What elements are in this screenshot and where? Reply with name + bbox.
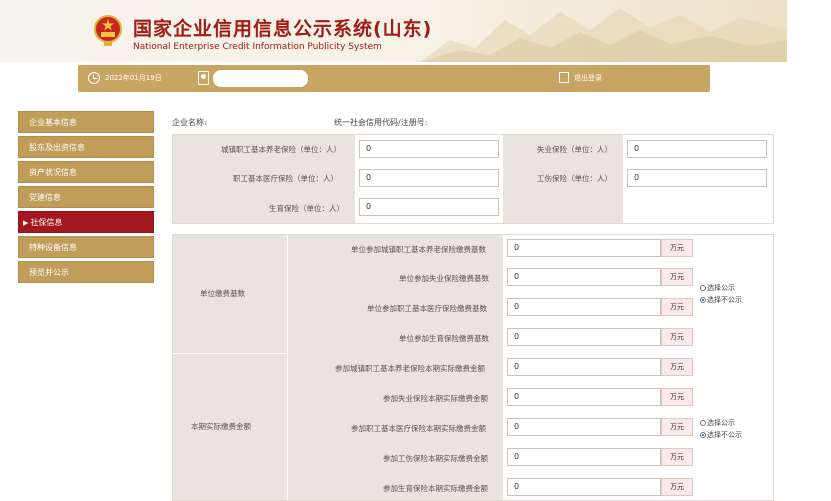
caret-right-icon: ▶ bbox=[23, 219, 29, 227]
mountain-landscape-decoration bbox=[420, 8, 787, 62]
empty-cell bbox=[503, 193, 623, 223]
actual-public-radio[interactable]: 选择公示 bbox=[700, 418, 735, 428]
sidebar-item-label: 预览并公示 bbox=[29, 268, 69, 277]
actual-maternity-label: 参加生育保险本期实际缴费金额 bbox=[383, 484, 488, 493]
sidebar-nav: 企业基本信息 股东及出资信息 资产状况信息 党建信息 ▶ 社保信息 特种设备信息 … bbox=[18, 111, 154, 286]
base-group-label: 单位缴费基数 bbox=[200, 289, 245, 298]
base-medical-input[interactable]: 0 bbox=[507, 298, 661, 316]
unit-label: 万元 bbox=[661, 478, 693, 496]
credit-code-label: 统一社会信用代码/注册号: bbox=[334, 118, 428, 127]
injury-headcount-input[interactable]: 0 bbox=[627, 169, 767, 187]
sidebar-item-label: 企业基本信息 bbox=[29, 118, 77, 127]
actual-group-label: 本期实际缴费金额 bbox=[191, 422, 251, 431]
unemployment-headcount-label: 失业保险（单位：人） bbox=[537, 145, 612, 154]
injury-headcount-label: 工伤保险（单位：人） bbox=[537, 174, 612, 183]
unemployment-headcount-input[interactable]: 0 bbox=[627, 140, 767, 158]
radio-icon[interactable] bbox=[700, 285, 706, 291]
base-pension-label: 单位参加城镇职工基本养老保险缴费基数 bbox=[351, 245, 486, 254]
medical-headcount-label: 职工基本医疗保险（单位：人） bbox=[233, 174, 338, 183]
unit-label: 万元 bbox=[661, 328, 693, 346]
sidebar-item-basic-info[interactable]: 企业基本信息 bbox=[18, 111, 154, 133]
actual-pension-input[interactable]: 0 bbox=[507, 358, 661, 376]
radio-checked-icon[interactable] bbox=[700, 297, 706, 303]
unit-label: 万元 bbox=[661, 298, 693, 316]
unit-label: 万元 bbox=[661, 358, 693, 376]
sidebar-item-shareholders[interactable]: 股东及出资信息 bbox=[18, 136, 154, 158]
clock-icon bbox=[88, 72, 100, 84]
sidebar-item-party[interactable]: 党建信息 bbox=[18, 186, 154, 208]
sidebar-item-label: 党建信息 bbox=[29, 193, 61, 202]
national-emblem-icon bbox=[94, 15, 122, 46]
logout-icon[interactable] bbox=[559, 72, 569, 83]
sidebar-item-label: 特种设备信息 bbox=[29, 243, 77, 252]
radio-checked-icon[interactable] bbox=[700, 432, 706, 438]
headcount-section: 城镇职工基本养老保险（单位：人） 0 失业保险（单位：人） 0 职工基本医疗保险… bbox=[172, 134, 774, 224]
pension-headcount-label: 城镇职工基本养老保险（单位：人） bbox=[221, 145, 341, 154]
actual-injury-input[interactable]: 0 bbox=[507, 448, 661, 466]
contribution-section: 单位缴费基数 本期实际缴费金额 单位参加城镇职工基本养老保险缴费基数 0 万元 … bbox=[172, 234, 774, 501]
actual-injury-label: 参加工伤保险本期实际缴费金额 bbox=[383, 454, 488, 463]
radio-icon[interactable] bbox=[700, 420, 706, 426]
current-date: 2022年01月19日 bbox=[105, 74, 162, 82]
base-maternity-input[interactable]: 0 bbox=[507, 328, 661, 346]
base-private-radio[interactable]: 选择不公示 bbox=[700, 295, 742, 305]
base-maternity-label: 单位参加生育保险缴费基数 bbox=[399, 334, 489, 343]
sidebar-item-label: 股东及出资信息 bbox=[29, 143, 85, 152]
base-medical-label: 单位参加职工基本医疗保险缴费基数 bbox=[367, 304, 487, 313]
unit-label: 万元 bbox=[661, 268, 693, 286]
sidebar-item-assets[interactable]: 资产状况信息 bbox=[18, 161, 154, 183]
maternity-headcount-input[interactable]: 0 bbox=[359, 198, 499, 216]
unit-label: 万元 bbox=[661, 239, 693, 257]
actual-medical-label: 参加职工基本医疗保险本期实际缴费金额 bbox=[351, 424, 486, 433]
top-toolbar: 2022年01月19日 退出登录 bbox=[78, 65, 710, 92]
actual-unemployment-input[interactable]: 0 bbox=[507, 388, 661, 406]
site-header: 国家企业信用信息公示系统(山东) National Enterprise Cre… bbox=[0, 0, 787, 62]
base-unemployment-input[interactable]: 0 bbox=[507, 268, 661, 286]
unit-label: 万元 bbox=[661, 448, 693, 466]
site-subtitle: National Enterprise Credit Information P… bbox=[133, 42, 382, 52]
actual-private-radio[interactable]: 选择不公示 bbox=[700, 430, 742, 440]
company-name-label: 企业名称: bbox=[172, 118, 207, 127]
logout-link[interactable]: 退出登录 bbox=[574, 73, 602, 83]
sidebar-item-preview-publish[interactable]: 预览并公示 bbox=[18, 261, 154, 283]
actual-maternity-input[interactable]: 0 bbox=[507, 478, 661, 496]
maternity-headcount-label: 生育保险（单位：人） bbox=[269, 204, 344, 213]
sidebar-item-special-equipment[interactable]: 特种设备信息 bbox=[18, 236, 154, 258]
masked-username bbox=[213, 70, 308, 87]
user-card-icon bbox=[198, 71, 209, 85]
medical-headcount-input[interactable]: 0 bbox=[359, 169, 499, 187]
sidebar-item-label: 资产状况信息 bbox=[29, 168, 77, 177]
actual-medical-input[interactable]: 0 bbox=[507, 418, 661, 436]
unit-label: 万元 bbox=[661, 418, 693, 436]
base-public-radio[interactable]: 选择公示 bbox=[700, 283, 735, 293]
pension-headcount-input[interactable]: 0 bbox=[359, 140, 499, 158]
unit-label: 万元 bbox=[661, 388, 693, 406]
base-pension-input[interactable]: 0 bbox=[507, 239, 661, 257]
sidebar-item-social-security[interactable]: ▶ 社保信息 bbox=[18, 211, 154, 233]
actual-pension-label: 参加城镇职工基本养老保险本期实际缴费金额 bbox=[335, 364, 485, 373]
sidebar-item-label: 社保信息 bbox=[30, 218, 63, 227]
actual-unemployment-label: 参加失业保险本期实际缴费金额 bbox=[383, 394, 488, 403]
site-title: 国家企业信用信息公示系统(山东) bbox=[133, 18, 433, 40]
base-unemployment-label: 单位参加失业保险缴费基数 bbox=[399, 274, 489, 283]
